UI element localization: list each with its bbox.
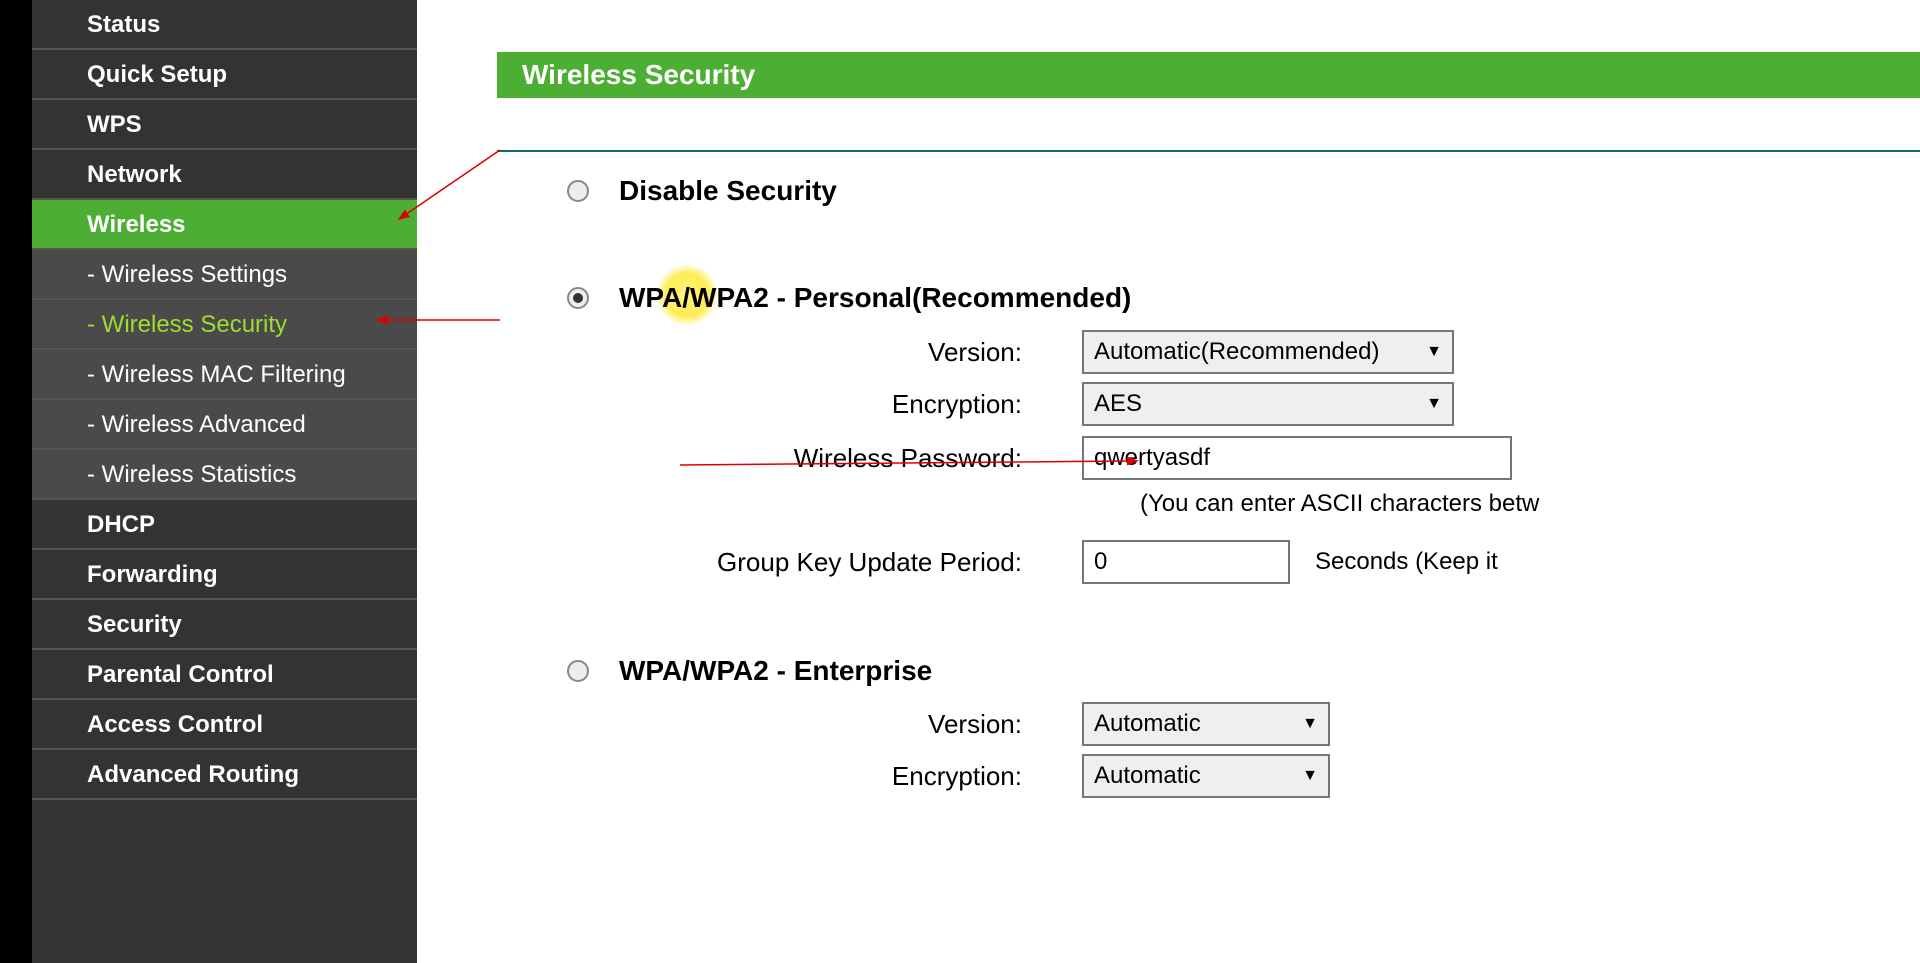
sidebar: Status Quick Setup WPS Network Wireless …: [32, 0, 417, 963]
label-ent-encryption: Encryption:: [557, 761, 1082, 792]
sidebar-item-parental-control[interactable]: Parental Control: [32, 650, 417, 700]
sidebar-sub-wireless-advanced[interactable]: - Wireless Advanced: [32, 400, 417, 450]
sidebar-sub-wireless-security[interactable]: - Wireless Security: [32, 300, 417, 350]
radio-row-wpa-enterprise[interactable]: WPA/WPA2 - Enterprise: [567, 655, 932, 687]
sidebar-item-wireless[interactable]: Wireless: [32, 200, 417, 250]
label-wireless-password: Wireless Password:: [557, 443, 1082, 474]
select-encryption[interactable]: AES: [1082, 382, 1454, 426]
radio-row-wpa-personal[interactable]: WPA/WPA2 - Personal(Recommended): [567, 282, 1131, 314]
sidebar-sub-wireless-mac-filtering[interactable]: - Wireless MAC Filtering: [32, 350, 417, 400]
label-ent-version: Version:: [557, 709, 1082, 740]
radio-wpa-enterprise[interactable]: [567, 660, 589, 682]
sidebar-item-security[interactable]: Security: [32, 600, 417, 650]
hint-password: (You can enter ASCII characters betw: [1140, 490, 1539, 518]
radio-disable-security[interactable]: [567, 180, 589, 202]
sidebar-item-status[interactable]: Status: [32, 0, 417, 50]
select-version[interactable]: Automatic(Recommended): [1082, 330, 1454, 374]
label-group-key: Group Key Update Period:: [557, 547, 1082, 578]
sidebar-item-advanced-routing[interactable]: Advanced Routing: [32, 750, 417, 800]
label-wpa-personal: WPA/WPA2 - Personal(Recommended): [619, 282, 1131, 314]
sidebar-item-quick-setup[interactable]: Quick Setup: [32, 50, 417, 100]
radio-wpa-personal[interactable]: [567, 287, 589, 309]
sidebar-sub-wireless-statistics[interactable]: - Wireless Statistics: [32, 450, 417, 500]
page-title: Wireless Security: [497, 52, 1920, 98]
hint-group-key: Seconds (Keep it: [1315, 548, 1498, 576]
sidebar-item-network[interactable]: Network: [32, 150, 417, 200]
label-version: Version:: [557, 337, 1082, 368]
sidebar-item-dhcp[interactable]: DHCP: [32, 500, 417, 550]
input-wireless-password[interactable]: qwertyasdf: [1082, 436, 1512, 480]
left-black-strip: [0, 0, 32, 963]
label-wpa-enterprise: WPA/WPA2 - Enterprise: [619, 655, 932, 687]
radio-row-disable-security[interactable]: Disable Security: [567, 175, 837, 207]
main-content: Wireless Security Disable Security WPA/W…: [417, 0, 1920, 963]
input-group-key[interactable]: 0: [1082, 540, 1290, 584]
sidebar-sub-wireless-settings[interactable]: - Wireless Settings: [32, 250, 417, 300]
label-encryption: Encryption:: [557, 389, 1082, 420]
label-disable-security: Disable Security: [619, 175, 837, 207]
sidebar-item-wps[interactable]: WPS: [32, 100, 417, 150]
sidebar-item-access-control[interactable]: Access Control: [32, 700, 417, 750]
select-ent-encryption[interactable]: Automatic: [1082, 754, 1330, 798]
sidebar-item-forwarding[interactable]: Forwarding: [32, 550, 417, 600]
divider-line: [497, 150, 1920, 152]
select-ent-version[interactable]: Automatic: [1082, 702, 1330, 746]
